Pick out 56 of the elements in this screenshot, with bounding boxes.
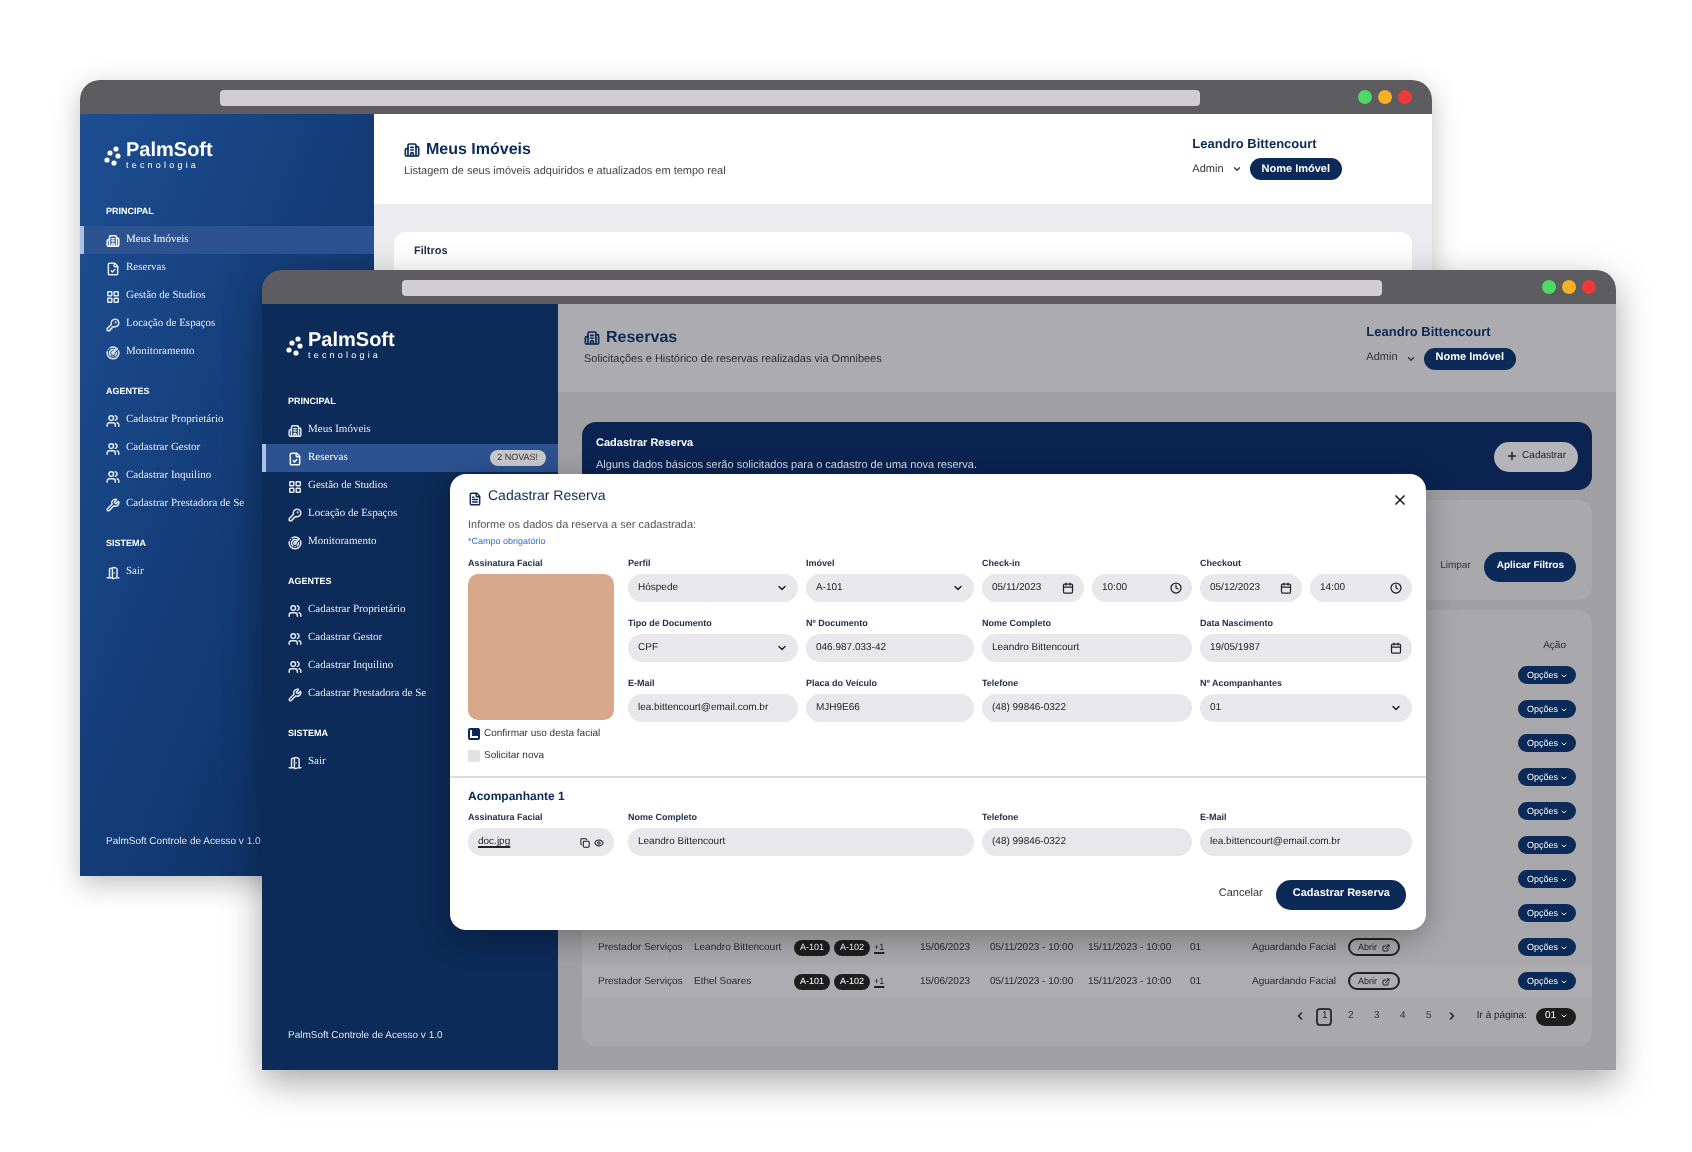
page-title: Reservas [606, 328, 678, 348]
key-icon [288, 507, 302, 521]
page-title: Meus Imóveis [426, 139, 531, 159]
door-icon [288, 755, 302, 769]
document-icon [468, 491, 482, 506]
document-icon [106, 261, 120, 275]
calendar-icon [1280, 581, 1292, 594]
caret-icon[interactable] [1231, 164, 1242, 175]
logo-icon [286, 336, 304, 356]
minimize-icon[interactable] [1562, 280, 1576, 294]
plus-icon [1506, 450, 1519, 462]
calendar-icon [1390, 641, 1402, 654]
minimize-icon[interactable] [1378, 90, 1392, 104]
building-icon [288, 423, 302, 437]
maximize-icon[interactable] [1542, 280, 1556, 294]
caret-icon [776, 641, 788, 654]
checkbox[interactable] [468, 749, 480, 762]
building-icon [106, 233, 120, 247]
external-link-icon [1381, 943, 1390, 951]
calendar-icon [1062, 581, 1074, 594]
grid-icon [288, 479, 302, 493]
checkbox[interactable] [468, 727, 480, 740]
key-icon [106, 317, 120, 331]
wrench-icon [106, 497, 120, 511]
wrench-icon [288, 687, 302, 701]
address-bar[interactable] [402, 279, 1382, 295]
previous-page-icon[interactable] [1294, 1010, 1307, 1022]
address-bar[interactable] [220, 89, 1200, 105]
users-icon [106, 413, 120, 427]
logo-name: PalmSoft [308, 331, 395, 352]
caret-icon[interactable] [1405, 353, 1416, 364]
building-icon [404, 141, 420, 158]
door-icon [106, 565, 120, 579]
users-icon [288, 659, 302, 673]
clock-icon [1170, 581, 1182, 594]
copy-icon[interactable] [580, 837, 590, 848]
maximize-icon[interactable] [1358, 90, 1372, 104]
logo-name: PalmSoft [126, 141, 213, 162]
caret-icon [952, 581, 964, 594]
grid-icon [106, 289, 120, 303]
radar-icon [106, 345, 120, 359]
caret-icon [776, 581, 788, 594]
users-icon [288, 631, 302, 645]
users-icon [288, 603, 302, 617]
users-icon [106, 469, 120, 483]
users-icon [106, 441, 120, 455]
clock-icon [1390, 581, 1402, 594]
close-icon[interactable] [1392, 491, 1408, 507]
next-page-icon[interactable] [1446, 1010, 1459, 1022]
eye-icon[interactable] [594, 837, 604, 848]
logo-icon [104, 146, 122, 166]
radar-icon [288, 535, 302, 549]
caret-icon [1390, 701, 1402, 714]
building-icon [584, 330, 600, 347]
document-icon [288, 451, 302, 465]
external-link-icon [1381, 977, 1390, 985]
